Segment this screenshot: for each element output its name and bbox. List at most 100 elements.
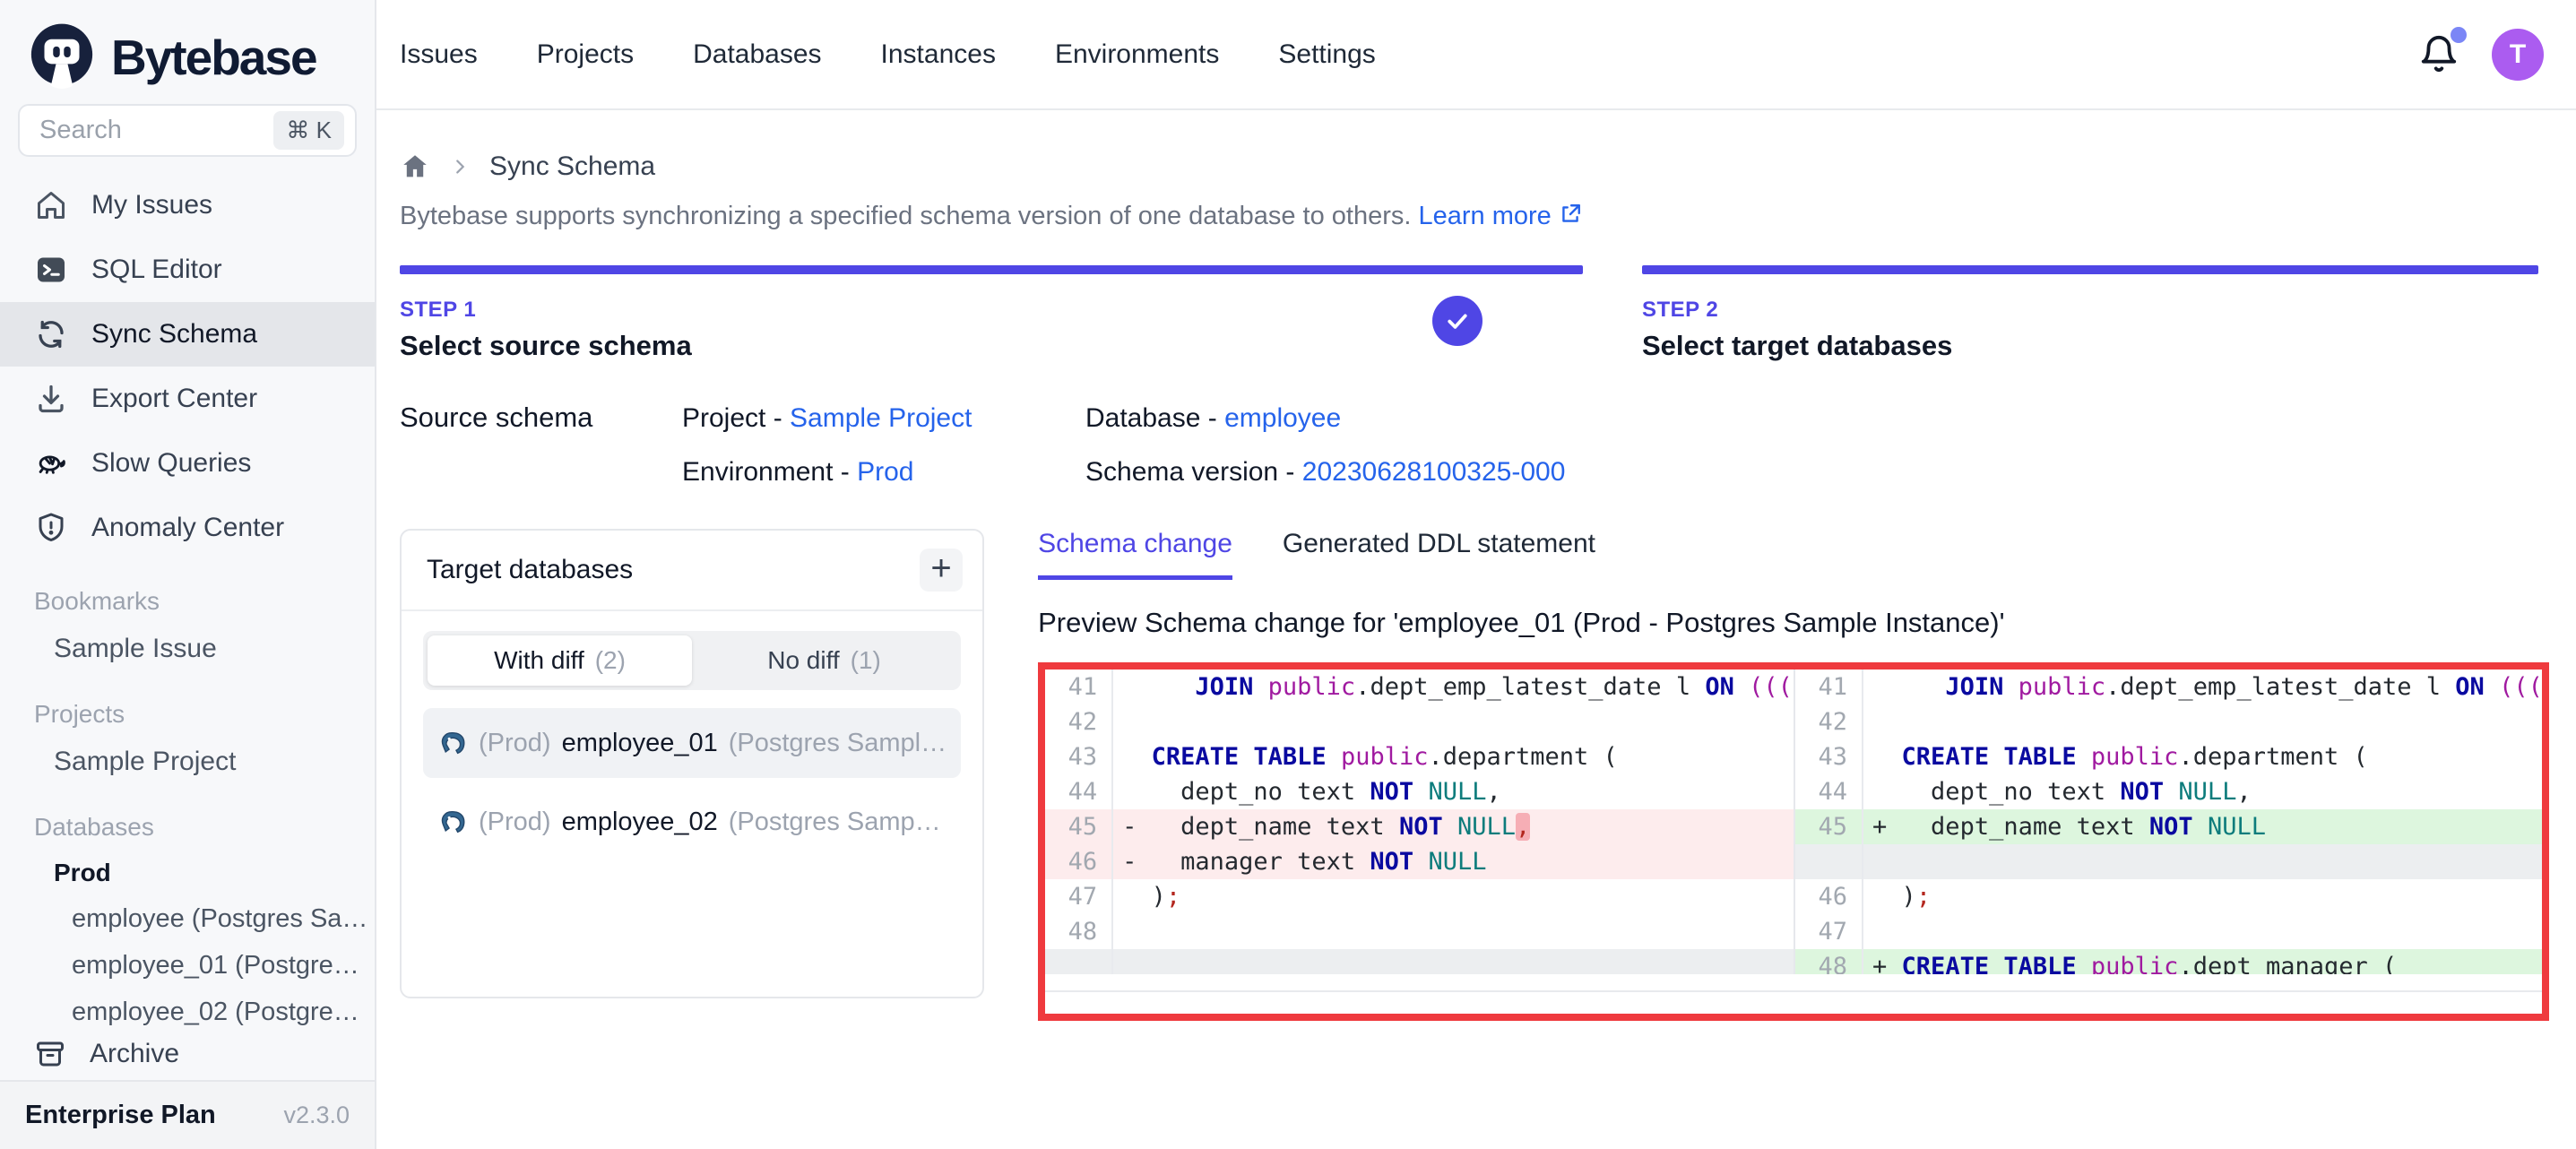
turtle-icon	[34, 446, 68, 480]
bookmarks-header: Bookmarks	[0, 560, 375, 625]
sidebar-item-sync-schema[interactable]: Sync Schema	[0, 302, 375, 367]
archive-icon	[34, 1038, 66, 1070]
nav-environments[interactable]: Environments	[1055, 39, 1219, 70]
sidebar-item-label: Sync Schema	[91, 319, 257, 350]
environment-link[interactable]: Prod	[857, 457, 913, 487]
breadcrumb-page: Sync Schema	[489, 151, 655, 182]
env-group-prod[interactable]: Prod	[0, 851, 375, 895]
step-1[interactable]: STEP 1 Select source schema	[400, 265, 1583, 362]
diff-row: 47 );	[1045, 879, 1794, 914]
top-navigation: Issues Projects Databases Instances Envi…	[376, 0, 2576, 110]
diff-row: 47	[1795, 914, 2542, 949]
nav-instances[interactable]: Instances	[881, 39, 996, 70]
home-icon[interactable]	[400, 151, 430, 182]
terminal-icon	[34, 253, 68, 287]
diff-pane-right: 41 JOIN public.dept_emp_latest_date l ON…	[1794, 670, 2542, 974]
sidebar-item-sample-project[interactable]: Sample Project	[0, 738, 375, 786]
preview-tabs: Schema change Generated DDL statement	[1038, 529, 2549, 580]
diff-scrollbar-strip[interactable]	[1045, 974, 2542, 1014]
user-avatar[interactable]: T	[2492, 29, 2544, 81]
schema-diff-viewer: 41 JOIN public.dept_emp_latest_date l ON…	[1038, 662, 2549, 1021]
db-env: (Prod)	[479, 808, 551, 837]
projects-header: Projects	[0, 673, 375, 738]
step-2[interactable]: STEP 2 Select target databases	[1642, 265, 2538, 362]
sidebar-item-export-center[interactable]: Export Center	[0, 367, 375, 431]
postgres-icon	[437, 728, 468, 758]
nav-projects[interactable]: Projects	[537, 39, 634, 70]
project-link[interactable]: Sample Project	[790, 403, 972, 433]
diff-row: 43 CREATE TABLE public.department (	[1045, 739, 1794, 774]
diff-row: 42	[1045, 704, 1794, 739]
learn-more-link[interactable]: Learn more	[1419, 202, 1552, 230]
diff-row: 44 dept_no text NOT NULL,	[1795, 774, 2542, 809]
sidebar-item-label: Slow Queries	[91, 448, 251, 479]
schema-version-link[interactable]: 20230628100325-000	[1302, 457, 1566, 487]
source-database-field: Database - employee	[1085, 403, 2549, 434]
bytebase-logo-icon	[27, 22, 97, 92]
sidebar-item-anomaly-center[interactable]: Anomaly Center	[0, 496, 375, 560]
diff-row: 45- dept_name text NOT NULL,	[1045, 809, 1794, 844]
sidebar-item-label: Export Center	[91, 384, 257, 414]
main-content: Sync Schema Bytebase supports synchroniz…	[376, 110, 2576, 1149]
brand-name: Bytebase	[111, 29, 316, 86]
database-link[interactable]: employee	[1224, 403, 1341, 433]
diff-row: 46- manager text NOT NULL	[1045, 844, 1794, 879]
notifications-button[interactable]	[2418, 34, 2459, 75]
app: Bytebase Search ⌘ K My Issues SQL Editor	[0, 0, 2576, 1149]
target-db-employee-02[interactable]: (Prod) employee_02 (Postgres Samp…	[423, 787, 961, 857]
diff-row	[1795, 844, 2542, 879]
wizard-steps: STEP 1 Select source schema STEP 2 Selec…	[400, 265, 2549, 362]
nav-settings[interactable]: Settings	[1278, 39, 1375, 70]
plan-bar[interactable]: Enterprise Plan v2.3.0	[0, 1080, 375, 1149]
step-2-progress-bar	[1642, 265, 2538, 274]
tab-generated-ddl[interactable]: Generated DDL statement	[1283, 529, 1595, 580]
sidebar-item-sql-editor[interactable]: SQL Editor	[0, 238, 375, 302]
search-input[interactable]: Search ⌘ K	[18, 104, 357, 157]
diff-filter-tabs: With diff (2) No diff (1)	[423, 631, 961, 690]
brand-logo[interactable]: Bytebase	[0, 0, 375, 93]
tab-schema-change[interactable]: Schema change	[1038, 529, 1232, 580]
step-1-title: Select source schema	[400, 330, 692, 362]
diff-row: 41 JOIN public.dept_emp_latest_date l ON…	[1045, 670, 1794, 704]
step-1-complete-badge	[1432, 296, 1482, 346]
diff-row: 41 JOIN public.dept_emp_latest_date l ON…	[1795, 670, 2542, 704]
external-link-icon	[1559, 203, 1582, 226]
sync-icon	[34, 317, 68, 351]
download-icon	[34, 382, 68, 416]
add-target-database-button[interactable]: +	[920, 549, 963, 592]
field-label: Database -	[1085, 403, 1224, 433]
nav-issues[interactable]: Issues	[400, 39, 478, 70]
plan-name: Enterprise Plan	[25, 1101, 216, 1130]
target-db-employee-01[interactable]: (Prod) employee_01 (Postgres Sampl…	[423, 708, 961, 778]
tab-count: (2)	[595, 646, 626, 675]
sidebar-menu: My Issues SQL Editor Sync Schema Export …	[0, 173, 375, 560]
db-instance: (Postgres Samp…	[729, 808, 941, 837]
search-shortcut-badge: ⌘ K	[273, 111, 344, 150]
sidebar-db-employee[interactable]: employee (Postgres Sa…	[0, 895, 375, 942]
field-label: Project -	[682, 403, 790, 433]
tab-count: (1)	[851, 646, 881, 675]
sidebar-item-archive[interactable]: Archive	[0, 1028, 375, 1080]
source-schema-summary: Source schema Project - Sample Project D…	[400, 402, 2549, 488]
diff-row: 43 CREATE TABLE public.department (	[1795, 739, 2542, 774]
top-nav-links: Issues Projects Databases Instances Envi…	[400, 39, 1376, 70]
nav-databases[interactable]: Databases	[693, 39, 821, 70]
databases-header: Databases	[0, 786, 375, 851]
schema-preview: Schema change Generated DDL statement Pr…	[1038, 529, 2549, 1021]
tab-with-diff[interactable]: With diff (2)	[428, 635, 692, 686]
database-tree: Prod employee (Postgres Sa… employee_01 …	[0, 851, 375, 1030]
tab-no-diff[interactable]: No diff (1)	[692, 635, 956, 686]
page-description: Bytebase supports synchronizing a specif…	[400, 202, 2549, 231]
db-name: employee_02	[562, 808, 718, 837]
target-databases-panel: Target databases + With diff (2) No diff…	[400, 529, 984, 998]
diff-pane-left: 41 JOIN public.dept_emp_latest_date l ON…	[1045, 670, 1794, 974]
diff-row: 45+ dept_name text NOT NULL	[1795, 809, 2542, 844]
field-label: Schema version -	[1085, 457, 1302, 487]
sidebar-db-employee-02[interactable]: employee_02 (Postgre…	[0, 989, 375, 1030]
search-placeholder: Search	[39, 116, 273, 145]
sidebar-item-sample-issue[interactable]: Sample Issue	[0, 625, 375, 673]
sidebar-item-my-issues[interactable]: My Issues	[0, 173, 375, 238]
sidebar-db-employee-01[interactable]: employee_01 (Postgre…	[0, 942, 375, 989]
step-2-title: Select target databases	[1642, 330, 1952, 362]
sidebar-item-slow-queries[interactable]: Slow Queries	[0, 431, 375, 496]
